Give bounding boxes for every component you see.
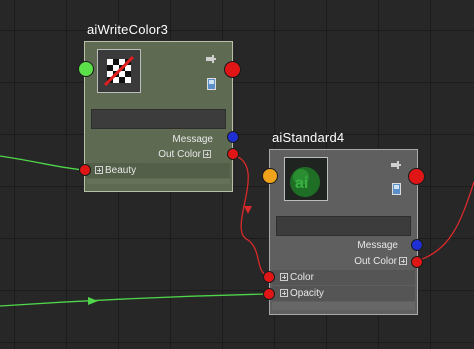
- pin-icon[interactable]: [206, 51, 216, 63]
- wire-outgoing-outcolor[interactable]: [416, 181, 474, 262]
- output-port-out-color[interactable]: [227, 148, 239, 160]
- node-aistandard[interactable]: ai Message Out Color Color Opacity: [269, 149, 418, 315]
- wire-incoming-beauty[interactable]: [0, 155, 85, 171]
- input-port-green[interactable]: [78, 61, 94, 77]
- sphere-ai-icon[interactable]: ai: [284, 157, 328, 201]
- output-port-red[interactable]: [224, 61, 241, 78]
- attr-label-color: Color: [290, 272, 314, 283]
- output-port-message[interactable]: [227, 131, 239, 143]
- input-port-opacity[interactable]: [263, 288, 275, 300]
- wire-incoming-opacity[interactable]: [0, 293, 270, 307]
- output-port-message[interactable]: [411, 239, 423, 251]
- attr-label-out-color: Out Color: [158, 149, 201, 160]
- swatch-icon[interactable]: [392, 182, 402, 195]
- node-title-writecolor[interactable]: aiWriteColor3: [87, 22, 168, 37]
- row-out-color: Out Color: [87, 147, 230, 162]
- node-title-standard[interactable]: aiStandard4: [272, 130, 344, 145]
- output-port-out-color[interactable]: [411, 256, 423, 268]
- row-beauty: Beauty: [87, 163, 230, 178]
- row-out-color: Out Color: [272, 254, 415, 269]
- input-port-color[interactable]: [263, 271, 275, 283]
- expand-plus-icon[interactable]: [95, 166, 103, 175]
- row-message: Message: [87, 132, 230, 147]
- node-aiwritecolor[interactable]: Message Out Color Beauty: [84, 41, 233, 192]
- attr-label-message: Message: [357, 240, 398, 251]
- swatch-icon[interactable]: [207, 77, 217, 90]
- input-port-beauty[interactable]: [79, 164, 91, 176]
- expand-plus-icon[interactable]: [280, 289, 288, 298]
- row-color: Color: [272, 270, 415, 285]
- row-separator: [272, 302, 415, 310]
- expand-plus-icon[interactable]: [280, 273, 288, 282]
- expand-plus-icon[interactable]: [203, 150, 211, 159]
- node-name-field[interactable]: [91, 109, 226, 129]
- attr-label-opacity: Opacity: [290, 288, 324, 299]
- attr-label-message: Message: [172, 134, 213, 145]
- row-message: Message: [272, 238, 415, 253]
- wire-direction-arrow: [244, 206, 252, 214]
- attr-label-out-color: Out Color: [354, 256, 397, 267]
- row-separator: [87, 179, 230, 184]
- svg-text:ai: ai: [295, 175, 308, 192]
- attr-label-beauty: Beauty: [105, 165, 137, 176]
- pin-icon[interactable]: [391, 157, 401, 169]
- expand-plus-icon[interactable]: [399, 257, 407, 266]
- node-name-field[interactable]: [276, 216, 411, 236]
- checker-slash-icon[interactable]: [97, 49, 141, 93]
- output-port-red[interactable]: [408, 168, 425, 185]
- input-port-orange[interactable]: [262, 168, 278, 184]
- row-opacity: Opacity: [272, 286, 415, 301]
- wire-direction-arrow: [88, 297, 98, 305]
